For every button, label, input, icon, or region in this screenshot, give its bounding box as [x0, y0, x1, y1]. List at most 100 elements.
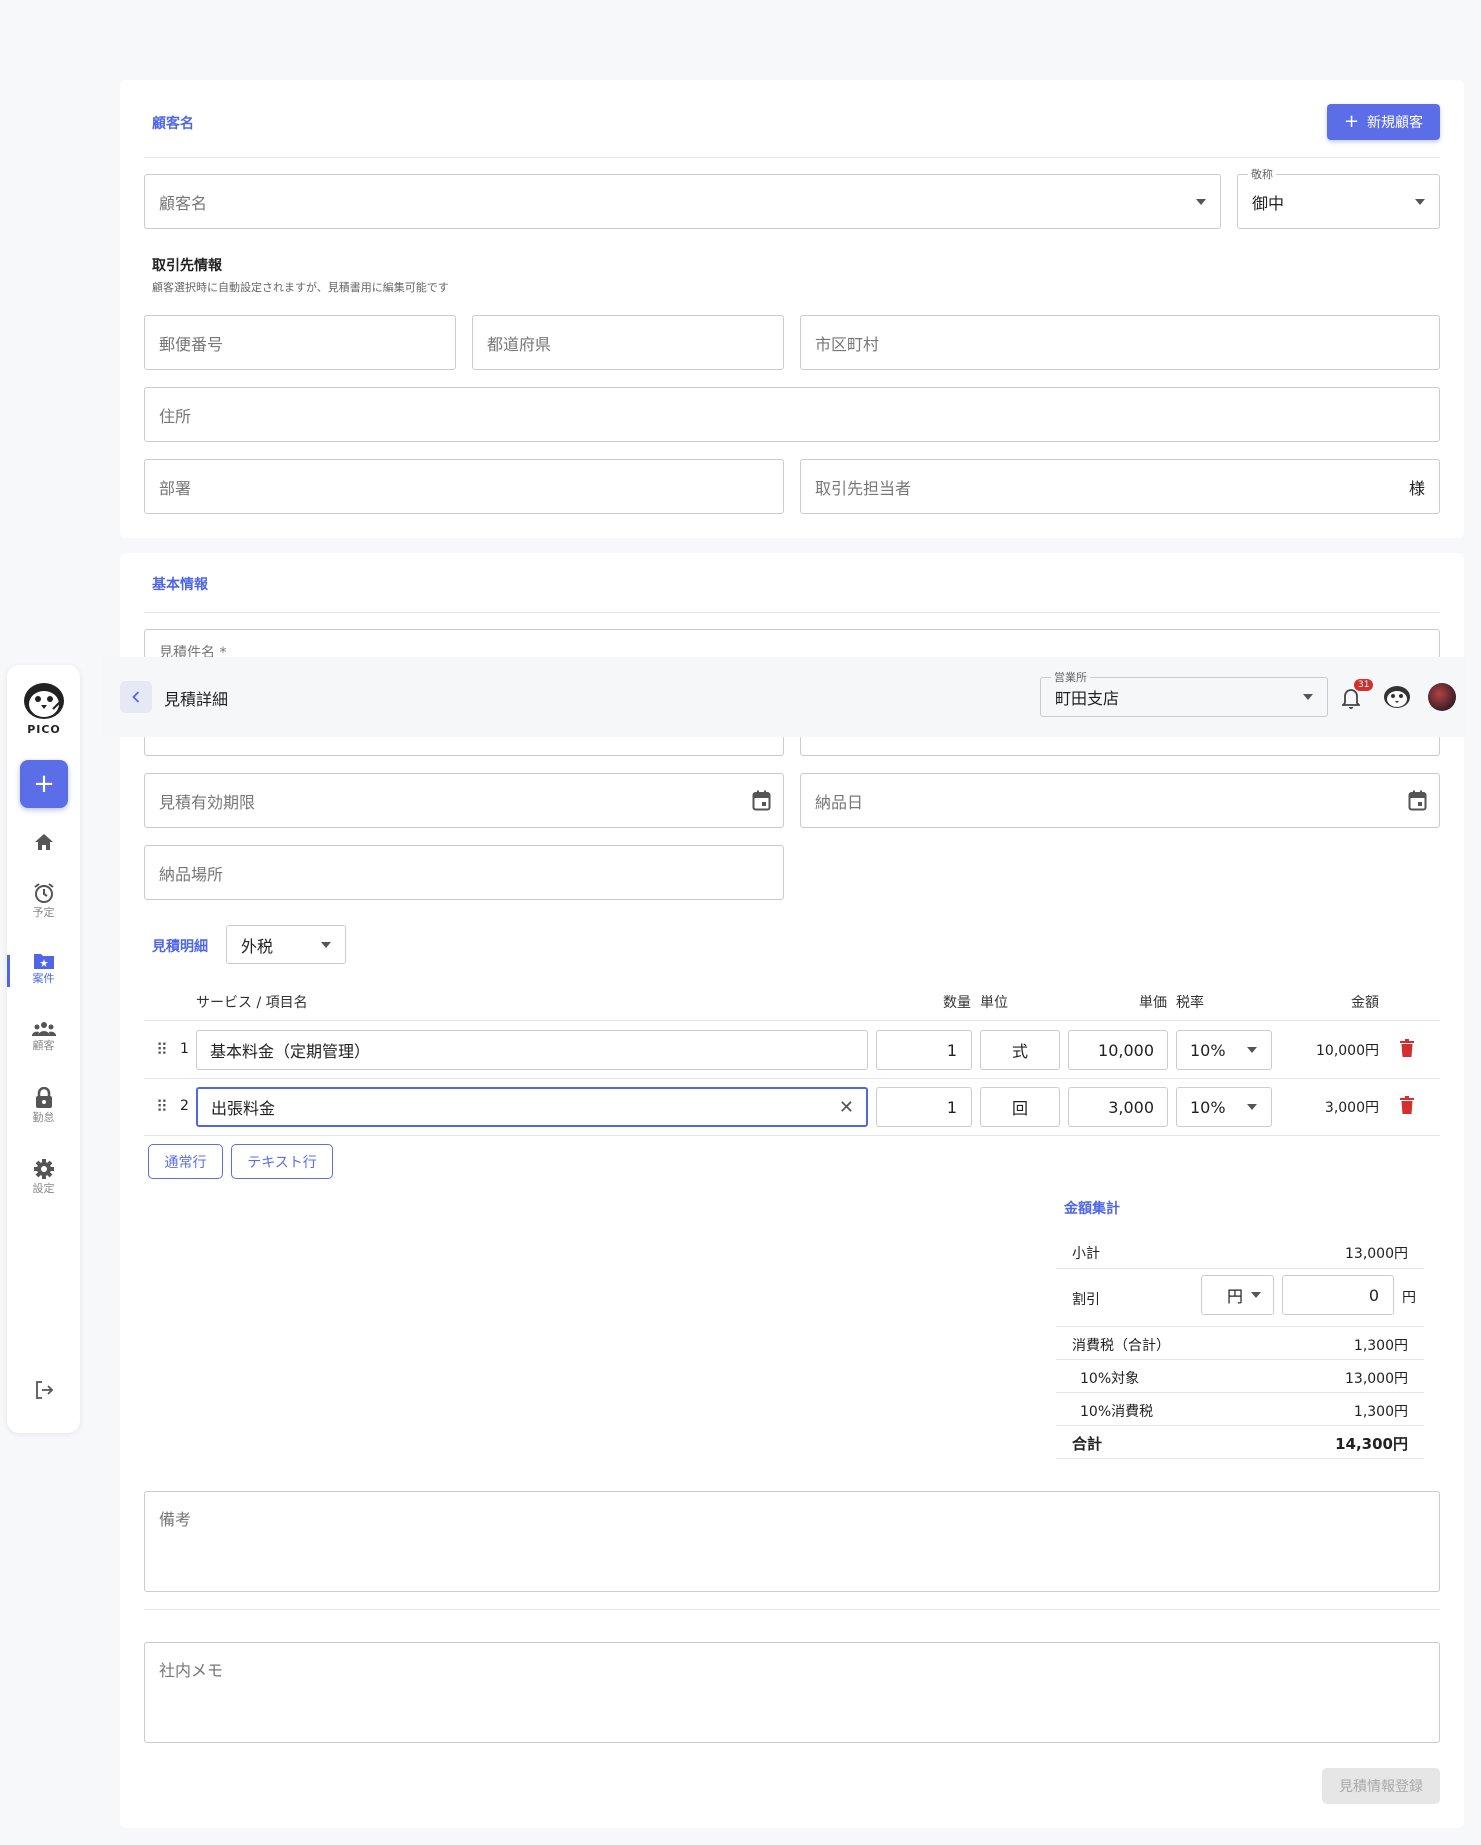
- details-title: 見積明細: [152, 939, 208, 955]
- discount-unit-select[interactable]: 円: [1201, 1275, 1274, 1315]
- unit-price-input[interactable]: 10,000: [1068, 1030, 1168, 1070]
- subtotal-label: 小計: [1072, 1246, 1100, 1262]
- discount-input[interactable]: 0: [1282, 1275, 1394, 1315]
- tax-rate-value: 10%: [1190, 1040, 1226, 1060]
- delete-icon[interactable]: [1400, 1096, 1414, 1114]
- remarks-textarea[interactable]: 備考: [144, 1491, 1440, 1592]
- honorific-value: 御中: [1252, 193, 1285, 213]
- user-avatar[interactable]: [1428, 683, 1456, 711]
- penguin-logo-icon: [24, 683, 64, 719]
- address-field[interactable]: 住所: [144, 387, 1440, 442]
- customer-name-placeholder: 顧客名: [159, 193, 208, 213]
- unit-price-value: 10,000: [1098, 1040, 1154, 1060]
- new-customer-button[interactable]: + 新規顧客: [1327, 104, 1440, 140]
- sidebar-item-schedule[interactable]: 予定: [7, 882, 80, 920]
- logo[interactable]: PICO: [22, 679, 66, 739]
- add-button[interactable]: +: [20, 760, 68, 808]
- divider: [144, 1609, 1440, 1610]
- col-amount: 金額: [1351, 995, 1379, 1011]
- qty-input[interactable]: 1: [876, 1030, 972, 1070]
- home-icon: [34, 834, 53, 850]
- notification-button[interactable]: 31: [1340, 679, 1374, 709]
- logout-button[interactable]: [7, 1380, 80, 1400]
- office-select[interactable]: 営業所 町田支店: [1040, 669, 1328, 717]
- item-name-input[interactable]: 基本料金（定期管理）: [196, 1030, 868, 1070]
- sidebar-item-label: 顧客: [32, 1039, 55, 1052]
- office-label: 営業所: [1051, 669, 1090, 685]
- back-button[interactable]: [120, 681, 152, 713]
- customer-name-select[interactable]: 顧客名: [144, 174, 1221, 229]
- clear-icon[interactable]: ✕: [839, 1097, 854, 1118]
- sidebar-item-attendance[interactable]: 勤怠: [7, 1087, 80, 1125]
- delivery-place-field[interactable]: 納品場所: [144, 845, 784, 900]
- prefecture-field[interactable]: 都道府県: [472, 315, 784, 370]
- drag-handle-icon[interactable]: ⠿: [156, 1097, 168, 1116]
- plus-icon: +: [33, 769, 55, 799]
- penguin-icon: [1384, 686, 1410, 708]
- office-value: 町田支店: [1055, 689, 1120, 708]
- department-placeholder: 部署: [159, 478, 192, 498]
- partner-info-note: 顧客選択時に自動設定されますが、見積書用に編集可能です: [152, 281, 449, 294]
- tax-rate-select[interactable]: 10%: [1176, 1087, 1272, 1127]
- honorific-label: 敬称: [1248, 166, 1276, 182]
- subject-field[interactable]: 見積件名 *: [144, 629, 1440, 661]
- row-amount: 10,000円: [1316, 1043, 1379, 1059]
- contact-person-field[interactable]: 取引先担当者 様: [800, 459, 1440, 514]
- col-unit: 単位: [980, 995, 1008, 1011]
- col-tax-rate: 税率: [1176, 995, 1204, 1011]
- unit-input[interactable]: 式: [980, 1030, 1060, 1070]
- item-name-input[interactable]: 出張料金 ✕: [196, 1087, 868, 1127]
- delete-icon[interactable]: [1400, 1039, 1414, 1057]
- item-name-value: 出張料金: [211, 1099, 276, 1118]
- divider: [144, 157, 1440, 158]
- add-normal-row-button[interactable]: 通常行: [148, 1144, 223, 1179]
- tax-mode-select[interactable]: 外税: [226, 925, 346, 964]
- unit-input[interactable]: 回: [980, 1087, 1060, 1127]
- qty-input[interactable]: 1: [876, 1087, 972, 1127]
- tax-total-row: 消費税（合計） 1,300円: [1056, 1327, 1424, 1360]
- delivery-date-field[interactable]: 納品日: [800, 773, 1440, 828]
- sidebar-item-projects[interactable]: 案件: [7, 952, 80, 986]
- discount-unit-value: 円: [1227, 1287, 1244, 1306]
- logo-text: PICO: [27, 723, 61, 736]
- calendar-icon[interactable]: [752, 790, 771, 811]
- logout-icon: [35, 1381, 53, 1399]
- add-text-row-button[interactable]: テキスト行: [231, 1144, 333, 1179]
- row-divider: [144, 1078, 1440, 1079]
- chevron-left-icon: [132, 691, 140, 703]
- sidebar-item-settings[interactable]: 設定: [7, 1158, 80, 1196]
- valid-until-field[interactable]: 見積有効期限: [144, 773, 784, 828]
- qty-value: 1: [946, 1040, 957, 1060]
- penguin-avatar[interactable]: [1383, 683, 1411, 709]
- lock-icon: [35, 1087, 52, 1108]
- sidebar-item-customers[interactable]: 顧客: [7, 1021, 80, 1053]
- notification-badge: 31: [1354, 679, 1374, 691]
- dropdown-arrow-icon: [1247, 1104, 1257, 1110]
- sidebar-item-home[interactable]: [7, 833, 80, 851]
- dropdown-arrow-icon: [1251, 1292, 1261, 1298]
- taxable10-label: 10%対象: [1080, 1371, 1140, 1387]
- discount-label: 割引: [1072, 1292, 1100, 1308]
- folder-star-icon: [33, 954, 54, 969]
- new-customer-label: 新規顧客: [1367, 115, 1424, 131]
- remarks-placeholder: 備考: [159, 1510, 192, 1529]
- city-field[interactable]: 市区町村: [800, 315, 1440, 370]
- tax-total-label: 消費税（合計）: [1072, 1338, 1170, 1354]
- plus-icon: +: [1343, 111, 1360, 132]
- internal-memo-placeholder: 社内メモ: [159, 1661, 224, 1680]
- unit-price-input[interactable]: 3,000: [1068, 1087, 1168, 1127]
- tax-rate-select[interactable]: 10%: [1176, 1030, 1272, 1070]
- internal-memo-textarea[interactable]: 社内メモ: [144, 1642, 1440, 1743]
- honorific-select[interactable]: 敬称 御中: [1237, 166, 1440, 229]
- drag-handle-icon[interactable]: ⠿: [156, 1040, 168, 1059]
- dropdown-arrow-icon: [1303, 694, 1313, 700]
- postal-code-field[interactable]: 郵便番号: [144, 315, 456, 370]
- department-field[interactable]: 部署: [144, 459, 784, 514]
- sidebar-item-label: 案件: [32, 972, 55, 985]
- dropdown-arrow-icon: [321, 941, 331, 948]
- submit-button[interactable]: 見積情報登録: [1322, 1768, 1440, 1804]
- table-header-divider: [144, 1020, 1440, 1021]
- contact-suffix: 様: [1408, 478, 1425, 498]
- customer-section-title: 顧客名: [152, 116, 194, 132]
- calendar-icon[interactable]: [1408, 790, 1427, 811]
